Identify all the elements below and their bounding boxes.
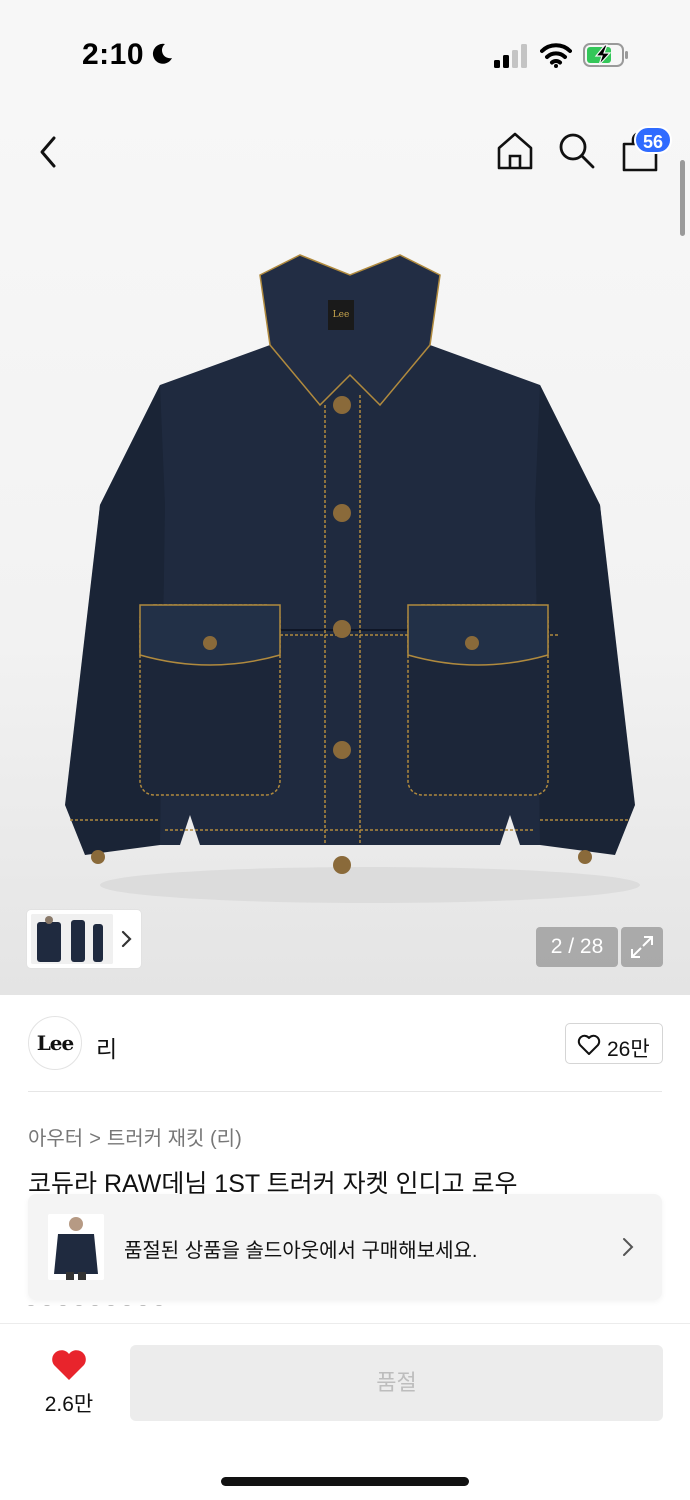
- breadcrumb-category[interactable]: 아우터: [28, 1128, 83, 1150]
- cellular-signal-icon: [494, 44, 527, 68]
- brand-logo-text: Lee: [36, 1031, 75, 1055]
- soldout-banner[interactable]: 품절된 상품을 솔드아웃에서 구매해보세요.: [28, 1194, 662, 1300]
- search-icon[interactable]: [556, 130, 596, 170]
- back-chevron-icon[interactable]: [30, 130, 66, 174]
- section-divider: [28, 1091, 662, 1092]
- wishlist-count: 2.6만: [44, 1393, 94, 1416]
- brand-name[interactable]: 리: [96, 1030, 117, 1064]
- wifi-icon: [540, 43, 572, 68]
- brand-like-button[interactable]: 26만: [565, 1023, 663, 1064]
- moon-icon: [152, 43, 172, 64]
- chevron-right-icon[interactable]: [118, 928, 134, 950]
- breadcrumb-subcategory[interactable]: 트러커 재킷 (리): [107, 1128, 242, 1150]
- status-time: 2:10: [82, 38, 145, 71]
- cart-count-badge: 56: [634, 126, 672, 154]
- status-bar: 2:10: [0, 0, 690, 110]
- brand-logo[interactable]: Lee: [28, 1016, 82, 1070]
- image-page-counter: 2 / 28: [536, 927, 618, 967]
- product-image-jacket: Lee: [65, 254, 640, 903]
- chevron-right-icon: [623, 1238, 634, 1256]
- bottom-bar-divider: [0, 1323, 690, 1324]
- home-indicator: [221, 1477, 469, 1486]
- svg-text:Lee: Lee: [333, 310, 350, 320]
- expand-icon: [631, 936, 653, 958]
- home-icon[interactable]: [494, 130, 536, 172]
- breadcrumb: 아우터 > 트러커 재킷 (리): [28, 1122, 242, 1151]
- breadcrumb-separator: >: [89, 1128, 101, 1150]
- brand-like-count: 26만: [607, 1038, 650, 1061]
- product-image-gallery[interactable]: Lee: [0, 110, 690, 995]
- heart-filled-icon: [52, 1350, 86, 1380]
- thumbnail-image: [31, 914, 113, 964]
- scroll-indicator: [680, 160, 685, 236]
- heart-outline-icon: [577, 1034, 601, 1055]
- soldout-button[interactable]: 품절: [130, 1345, 663, 1421]
- soldout-banner-message: 품절된 상품을 솔드아웃에서 구매해보세요.: [124, 1240, 478, 1262]
- wishlist-button[interactable]: 2.6만: [36, 1346, 102, 1420]
- battery-charging-icon: [583, 43, 628, 67]
- expand-image-button[interactable]: [621, 927, 663, 967]
- product-title: 코듀라 RAW데님 1ST 트러커 자켓 인디고 로우: [28, 1170, 518, 1196]
- soldout-thumbnail-image: [48, 1214, 104, 1280]
